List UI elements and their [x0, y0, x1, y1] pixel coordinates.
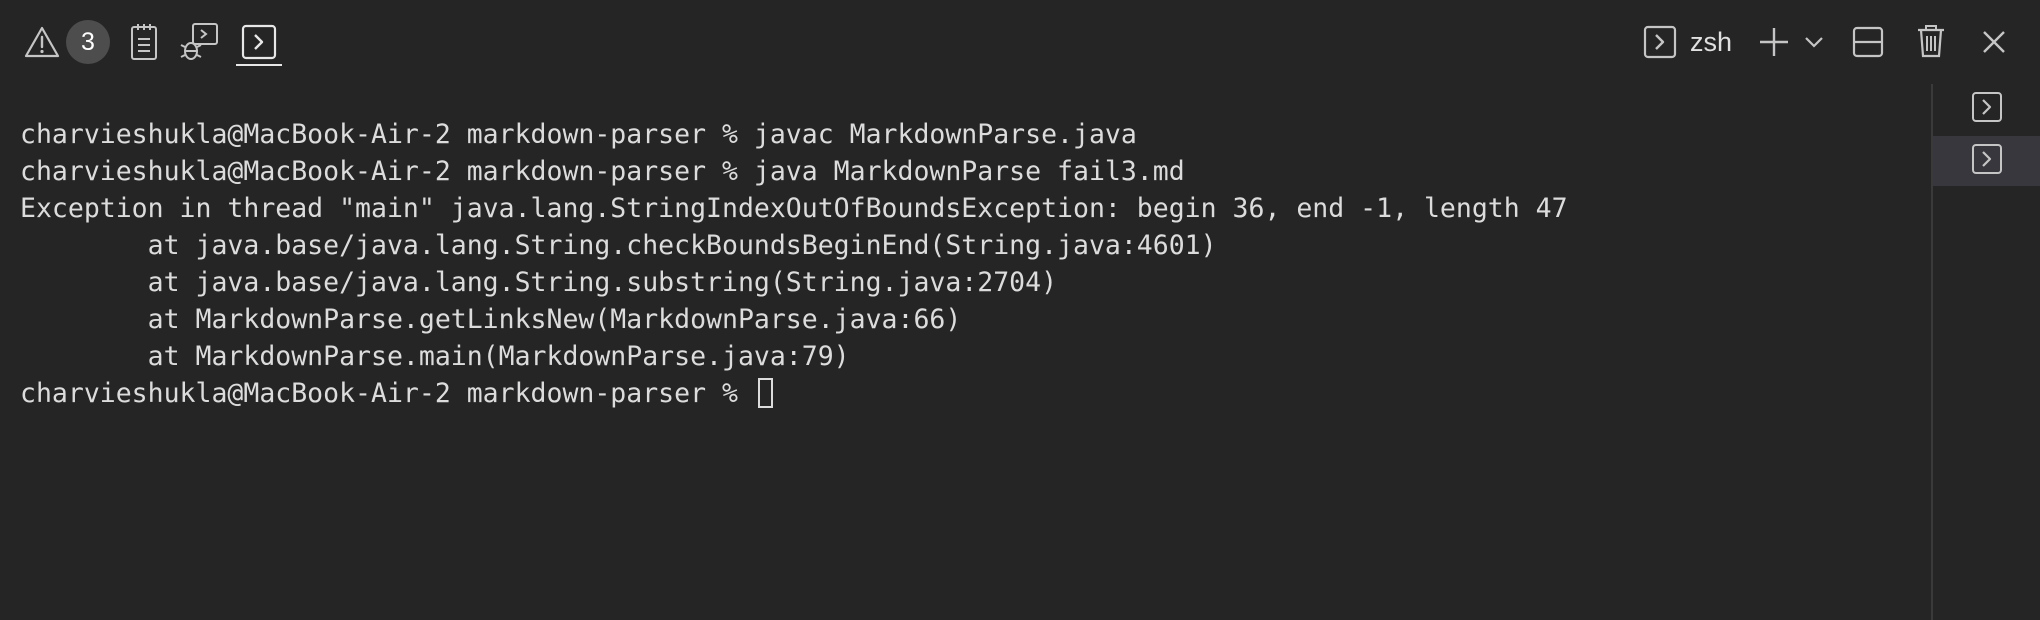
- split-terminal-icon[interactable]: [1850, 24, 1886, 60]
- terminal-output[interactable]: charvieshukla@MacBook-Air-2 markdown-par…: [0, 84, 1930, 620]
- shell-name-label[interactable]: zsh: [1690, 22, 1732, 62]
- active-tab-indicator: [236, 64, 282, 66]
- warning-icon[interactable]: [22, 22, 62, 62]
- terminal-tab-2[interactable]: [1933, 136, 2040, 186]
- output-icon[interactable]: [124, 20, 164, 64]
- terminal-line: charvieshukla@MacBook-Air-2 markdown-par…: [20, 156, 1185, 187]
- panel-toolbar: 3 zsh: [0, 0, 2040, 84]
- terminal-line: at java.base/java.lang.String.checkBound…: [20, 230, 1217, 261]
- problems-count-badge[interactable]: 3: [66, 20, 110, 64]
- terminal-cursor: [757, 378, 773, 408]
- terminal-panel: 3 zsh charvieshukla@MacBook-Air-2 markdo…: [0, 0, 2040, 620]
- launch-profile-chevron-icon[interactable]: [1800, 30, 1828, 54]
- terminal-line: at java.base/java.lang.String.substring(…: [20, 267, 1058, 298]
- terminal-tab-1[interactable]: [1933, 84, 2040, 134]
- terminal-line: charvieshukla@MacBook-Air-2 markdown-par…: [20, 119, 1137, 150]
- shell-terminal-icon[interactable]: [1642, 24, 1678, 60]
- terminal-tab-icon: [1971, 143, 2003, 180]
- debug-console-icon[interactable]: [178, 20, 222, 64]
- terminal-tab-icon: [1971, 91, 2003, 128]
- terminal-line: at MarkdownParse.getLinksNew(MarkdownPar…: [20, 304, 962, 335]
- close-icon[interactable]: [1978, 26, 2010, 58]
- terminal-line: at MarkdownParse.main(MarkdownParse.java…: [20, 341, 850, 372]
- trash-icon[interactable]: [1914, 22, 1948, 60]
- terminal-prompt-line[interactable]: charvieshukla@MacBook-Air-2 markdown-par…: [20, 375, 773, 412]
- terminal-line: Exception in thread "main" java.lang.Str…: [20, 193, 1568, 224]
- terminal-prompt: charvieshukla@MacBook-Air-2 markdown-par…: [20, 378, 754, 409]
- terminal-icon[interactable]: [238, 22, 280, 62]
- new-terminal-icon[interactable]: [1756, 24, 1792, 60]
